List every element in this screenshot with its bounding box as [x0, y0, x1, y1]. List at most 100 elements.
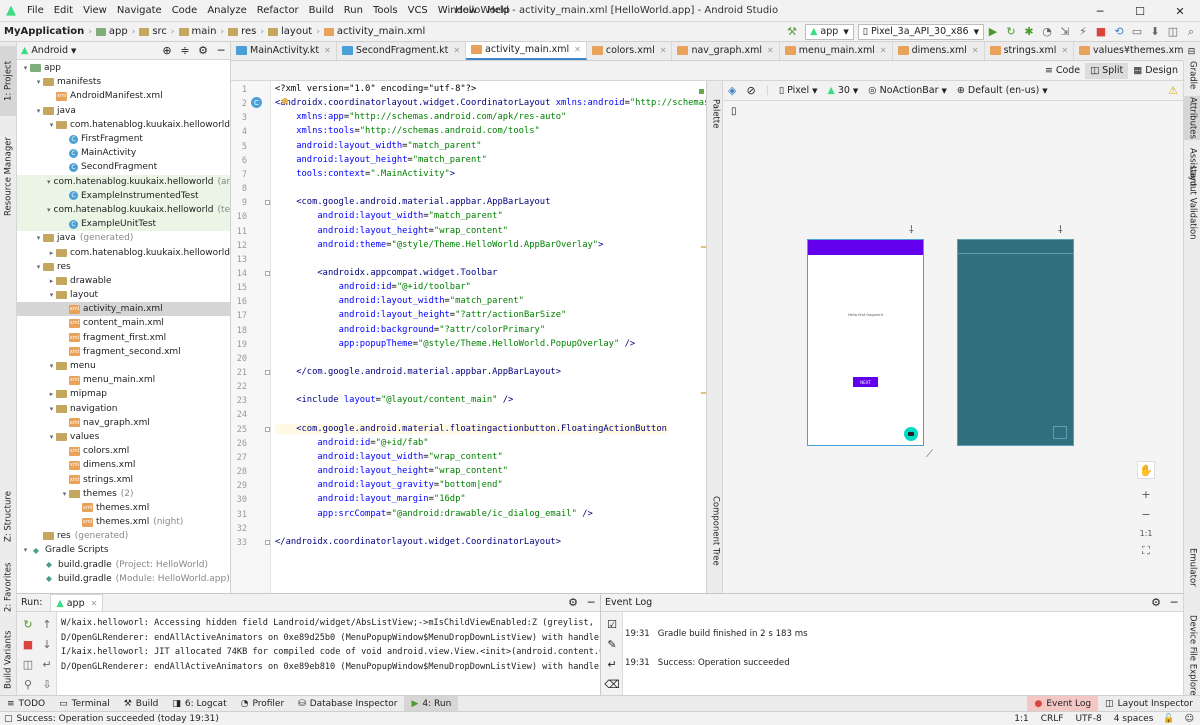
- device-select[interactable]: ▯ Pixel_3a_API_30_x86 ▼: [857, 23, 984, 40]
- editor-tab[interactable]: nav_graph.xml ✕: [672, 42, 780, 60]
- collapse-icon[interactable]: ≑: [176, 42, 194, 60]
- zoom-out-icon[interactable]: −: [1137, 505, 1155, 523]
- run-config-select[interactable]: ▲ app ▼: [805, 23, 854, 40]
- chevron-down-icon[interactable]: ▾: [21, 546, 30, 554]
- minimize-icon[interactable]: ─: [1080, 0, 1120, 22]
- gear-icon[interactable]: ⚙: [564, 594, 582, 612]
- preview-fab[interactable]: [904, 427, 918, 441]
- fold-icon[interactable]: [265, 270, 270, 276]
- rerun-icon[interactable]: ↻: [19, 615, 37, 633]
- code-line[interactable]: android:layout_height="?attr/actionBarSi…: [275, 310, 567, 320]
- code-editor[interactable]: 1 2 3 4 5 6 7 8 9 10 11 12 13 14 15 16 17 18 19 20 21 22 23 24 2…: [231, 81, 707, 593]
- tab-palette[interactable]: Palette: [707, 89, 724, 139]
- tree-item[interactable]: res (generated): [17, 529, 230, 543]
- code-line[interactable]: <androidx.coordinatorlayout.widget.Coord…: [275, 98, 706, 108]
- tree-item[interactable]: ▾ values: [17, 430, 230, 444]
- chevron-right-icon[interactable]: ▸: [47, 390, 56, 398]
- code-line[interactable]: xmlns:tools="http://schemas.android.com/…: [275, 126, 540, 136]
- code-line[interactable]: android:layout_height="wrap_content": [275, 226, 508, 236]
- code-line[interactable]: android:layout_width="match_parent": [275, 296, 524, 306]
- tree-item[interactable]: ▾com.hatenablog.kuukaix.helloworld(test): [17, 202, 230, 218]
- tab-layout-validation[interactable]: Layout Validation: [1184, 160, 1200, 245]
- tab-list-icon[interactable]: ⊟: [1183, 42, 1200, 61]
- tab-emulator[interactable]: Emulator: [1184, 542, 1200, 592]
- scroll-up-icon[interactable]: ↑: [38, 615, 56, 633]
- bottom-tab[interactable]: ≡ TODO: [0, 696, 52, 712]
- menu-run[interactable]: Run: [339, 0, 368, 22]
- caret-position[interactable]: 1:1: [1014, 714, 1028, 724]
- close-icon[interactable]: ✕: [660, 46, 667, 55]
- tree-item[interactable]: ▾ layout: [17, 288, 230, 302]
- scroll-to-end-icon[interactable]: ⇩: [38, 675, 56, 693]
- fold-icon[interactable]: [265, 370, 270, 375]
- menu-view[interactable]: View: [78, 0, 112, 22]
- code-mode-button[interactable]: ≡ Code: [1040, 63, 1085, 79]
- tab-component-tree[interactable]: Component Tree: [707, 491, 724, 571]
- close-icon[interactable]: ✕: [972, 46, 979, 55]
- breadcrumb-item[interactable]: app: [92, 26, 132, 37]
- chevron-down-icon[interactable]: ▾: [21, 64, 30, 72]
- device-select[interactable]: ▯ Pixel ▼: [774, 85, 823, 96]
- chevron-down-icon[interactable]: ▾: [47, 362, 56, 370]
- avd-manager-icon[interactable]: ▭: [1128, 23, 1146, 41]
- soft-wrap-icon[interactable]: ↵: [603, 655, 621, 673]
- bulb-icon[interactable]: [282, 98, 288, 104]
- tree-item[interactable]: ◆ build.gradle (Project: HelloWorld): [17, 558, 230, 572]
- stop-icon[interactable]: ■: [1092, 23, 1110, 41]
- tree-item[interactable]: ▾ navigation: [17, 402, 230, 416]
- close-icon[interactable]: ✕: [1160, 0, 1200, 22]
- design-surface[interactable]: ◈ ⊘ | ▯ Pixel ▼ ▲ 30 ▼ ◎ NoActionBar ▼ ⊕ Defaul…: [723, 81, 1183, 593]
- minimize-panel-icon[interactable]: ─: [1165, 594, 1183, 612]
- tree-item[interactable]: xml dimens.xml: [17, 458, 230, 472]
- tree-item[interactable]: xml colors.xml: [17, 444, 230, 458]
- apply-changes-icon[interactable]: ⚡: [1074, 23, 1092, 41]
- code-line[interactable]: <androidx.appcompat.widget.Toolbar: [275, 268, 497, 278]
- fold-icon[interactable]: [265, 539, 270, 545]
- tree-item[interactable]: ▾ manifests: [17, 75, 230, 89]
- bottom-tab[interactable]: ◨ 6: Logcat: [165, 696, 233, 712]
- orientation-icon[interactable]: ⊘: [741, 84, 760, 97]
- minimize-panel-icon[interactable]: ─: [212, 42, 230, 60]
- log-line[interactable]: D/OpenGLRenderer: endAllActiveAnimators …: [61, 660, 600, 675]
- sync-icon[interactable]: ⟲: [1110, 23, 1128, 41]
- attach-debugger-icon[interactable]: ⇲: [1056, 23, 1074, 41]
- chevron-down-icon[interactable]: ▾: [34, 107, 43, 115]
- project-view-select[interactable]: Android: [31, 45, 68, 56]
- scroll-down-icon[interactable]: ↓: [38, 635, 56, 653]
- close-icon[interactable]: ✕: [324, 46, 331, 55]
- code-line[interactable]: <?xml version="1.0" encoding="utf-8"?>: [275, 84, 476, 94]
- tree-item[interactable]: xml themes.xml (night): [17, 515, 230, 529]
- tree-item[interactable]: ▸ drawable: [17, 274, 230, 288]
- breadcrumb-item[interactable]: res: [224, 26, 260, 37]
- menu-refactor[interactable]: Refactor: [252, 0, 304, 22]
- event-log-entry[interactable]: 19:31 Success: Operation succeeded: [625, 658, 790, 668]
- chevron-right-icon[interactable]: ▸: [47, 277, 56, 285]
- editor-tab[interactable]: menu_main.xml ✕: [780, 42, 893, 60]
- breadcrumb-item[interactable]: activity_main.xml: [320, 26, 429, 37]
- breadcrumb-item[interactable]: main: [175, 26, 221, 37]
- globe-icon[interactable]: ⊕: [158, 42, 176, 60]
- editor-tab[interactable]: colors.xml ✕: [587, 42, 673, 60]
- code-line[interactable]: android:layout_width="match_parent": [275, 141, 481, 151]
- mark-read-icon[interactable]: ☑: [603, 615, 621, 633]
- code-line[interactable]: app:srcCompat="@android:drawable/ic_dial…: [275, 509, 592, 519]
- menu-vcs[interactable]: VCS: [403, 0, 433, 22]
- chevron-down-icon[interactable]: ▾: [47, 206, 51, 214]
- file-encoding[interactable]: UTF-8: [1075, 714, 1101, 724]
- theme-select[interactable]: ◎ NoActionBar ▼: [863, 85, 952, 96]
- zoom-actual-button[interactable]: 1:1: [1137, 524, 1155, 542]
- stop-icon[interactable]: ■: [19, 635, 37, 653]
- indent-setting[interactable]: 4 spaces: [1114, 714, 1154, 724]
- run-icon[interactable]: ▶: [984, 23, 1002, 41]
- tree-item[interactable]: xml activity_main.xml: [17, 302, 230, 317]
- chevron-right-icon[interactable]: ▸: [47, 249, 56, 257]
- menu-code[interactable]: Code: [167, 0, 203, 22]
- tree-item[interactable]: xml content_main.xml: [17, 316, 230, 330]
- tree-item[interactable]: ▾ java: [17, 104, 230, 118]
- warning-icon[interactable]: ⚠: [1163, 84, 1183, 97]
- tree-item[interactable]: C SecondFragment: [17, 160, 230, 174]
- code-line[interactable]: android:layout_width="wrap_content": [275, 452, 502, 462]
- tab-device-file-explorer[interactable]: Device File Explorer: [1184, 612, 1200, 702]
- close-icon[interactable]: ✕: [453, 46, 460, 55]
- tree-item[interactable]: C ExampleUnitTest: [17, 217, 230, 232]
